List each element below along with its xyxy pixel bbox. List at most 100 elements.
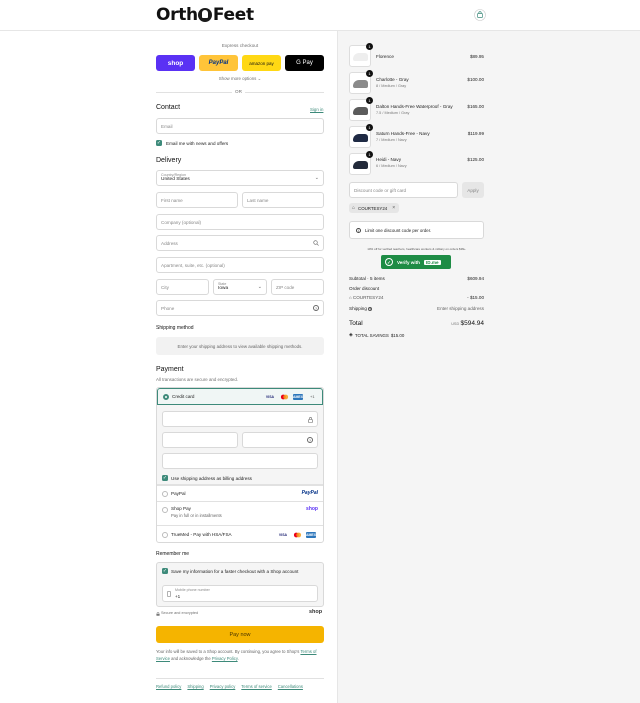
save-info-label: Save my information for a faster checkou… bbox=[171, 569, 299, 574]
credit-card-label: Credit card bbox=[172, 394, 195, 399]
help-icon[interactable]: ? bbox=[368, 307, 373, 311]
help-icon[interactable]: ? bbox=[307, 437, 313, 443]
shoe-image bbox=[353, 53, 368, 61]
discount-placeholder: Discount code or gift card bbox=[354, 187, 407, 193]
terms-of-service-footer-link[interactable]: Terms of service bbox=[241, 684, 271, 689]
save-info-checkbox[interactable]: ✓ bbox=[162, 568, 168, 574]
paypal-radio[interactable] bbox=[162, 491, 168, 497]
show-more-options-link[interactable]: Show more options ⌄ bbox=[156, 76, 324, 82]
news-checkbox[interactable]: ✓ bbox=[156, 140, 162, 146]
privacy-policy-link[interactable]: Privacy Policy bbox=[212, 656, 238, 661]
idme-logo: ID.me bbox=[423, 259, 441, 265]
total-value: $594.94 bbox=[460, 320, 485, 327]
truemed-radio[interactable] bbox=[162, 532, 168, 538]
amex-icon: AMEX bbox=[292, 394, 304, 400]
apply-button[interactable]: Apply bbox=[462, 182, 484, 198]
company-field[interactable]: Company (optional) bbox=[156, 214, 324, 230]
cart-item-name: Florence bbox=[376, 54, 394, 59]
shoe-image bbox=[353, 107, 368, 115]
expiry-field[interactable] bbox=[162, 432, 238, 448]
credit-card-radio[interactable] bbox=[163, 394, 169, 400]
state-select[interactable]: State Iowa ⌄ bbox=[213, 279, 267, 295]
discount-value: - $15.00 bbox=[467, 295, 484, 300]
mobile-phone-field[interactable]: Mobile phone number +1 bbox=[162, 585, 318, 602]
shipping-method-note: Enter your shipping address to view avai… bbox=[156, 337, 324, 355]
cart-item-name: Heidi - Navy bbox=[376, 157, 402, 162]
idme-note: 10% off for verified teachers, healthcar… bbox=[367, 247, 466, 251]
first-name-field[interactable]: First name bbox=[156, 192, 238, 208]
cart-item-image: 1 bbox=[349, 43, 373, 67]
paypal-option[interactable]: PayPal PayPal bbox=[157, 485, 323, 501]
shop-logo: shop bbox=[309, 609, 323, 615]
quantity-badge: 1 bbox=[366, 151, 373, 158]
cart-item-price: $119.99 bbox=[467, 131, 484, 136]
cart-item-price: $125.00 bbox=[467, 157, 484, 162]
mobile-phone-label: Mobile phone number bbox=[175, 588, 210, 592]
billing-label: Use shipping address as billing address bbox=[171, 476, 252, 481]
address-field[interactable]: Address bbox=[156, 235, 324, 251]
cart-item-image: 1 bbox=[349, 151, 373, 175]
or-label: OR bbox=[232, 89, 245, 94]
credit-card-form: ? ✓ Use shipping address as billing addr… bbox=[157, 405, 323, 485]
credit-card-option[interactable]: Credit card VISA AMEX +1 bbox=[157, 388, 323, 405]
shopping-bag-icon[interactable] bbox=[474, 9, 486, 21]
email-field[interactable]: Email bbox=[156, 118, 324, 134]
cart-item-name: Dalton Hands-Free Waterproof - Gray bbox=[376, 104, 453, 109]
phone-placeholder: Phone bbox=[161, 305, 175, 311]
shoe-image bbox=[353, 80, 368, 88]
shop-terms-text: Your info will be saved to a Shop accoun… bbox=[156, 649, 324, 662]
address-placeholder: Address bbox=[161, 240, 178, 246]
search-icon bbox=[313, 240, 319, 246]
total-label: Total bbox=[349, 320, 363, 327]
quantity-badge: 1 bbox=[366, 70, 373, 77]
shop-pay-button[interactable]: shop bbox=[156, 55, 195, 71]
remove-discount-icon[interactable]: × bbox=[392, 205, 395, 211]
cancellations-link[interactable]: Cancellations bbox=[278, 684, 303, 689]
last-name-field[interactable]: Last name bbox=[242, 192, 324, 208]
city-field[interactable]: City bbox=[156, 279, 209, 295]
shop-pay-radio[interactable] bbox=[162, 507, 168, 513]
quantity-badge: 1 bbox=[366, 43, 373, 50]
cart-item-name: Saturn Hands-Free - Navy bbox=[376, 131, 430, 136]
chevron-down-icon: ⌄ bbox=[257, 284, 262, 290]
name-on-card-field[interactable] bbox=[162, 453, 318, 469]
paypal-label: PayPal bbox=[171, 491, 186, 496]
quantity-badge: 1 bbox=[366, 124, 373, 131]
discount-tag-code: COURTESY24 bbox=[358, 205, 388, 211]
privacy-policy-footer-link[interactable]: Privacy policy bbox=[210, 684, 236, 689]
shipping-policy-link[interactable]: Shipping bbox=[187, 684, 203, 689]
truemed-label: TrueMed - Pay with HSA/FSA bbox=[171, 532, 232, 537]
verify-idme-button[interactable]: ✓ Verify with ID.me bbox=[381, 255, 451, 269]
apartment-field[interactable]: Apartment, suite, etc. (optional) bbox=[156, 257, 324, 273]
pay-now-button[interactable]: Pay now bbox=[156, 626, 324, 643]
zip-field[interactable]: ZIP code bbox=[271, 279, 324, 295]
card-number-field[interactable] bbox=[162, 411, 318, 427]
country-select[interactable]: Country/Region United States ⌄ bbox=[156, 170, 324, 186]
cart-item-name: Charlotte - Gray bbox=[376, 77, 409, 82]
discount-code-field[interactable]: Discount code or gift card bbox=[349, 182, 458, 198]
check-circle-icon: ✓ bbox=[385, 258, 393, 266]
security-code-field[interactable]: ? bbox=[242, 432, 318, 448]
help-icon[interactable]: ? bbox=[313, 305, 319, 311]
truemed-option[interactable]: TrueMed - Pay with HSA/FSA VISA AMEX bbox=[157, 525, 323, 543]
visa-icon: VISA bbox=[278, 533, 288, 537]
company-placeholder: Company (optional) bbox=[161, 219, 202, 225]
amazon-pay-button[interactable]: amazon pay bbox=[242, 55, 281, 71]
shop-pay-option[interactable]: Shop Pay Pay in full or in installments … bbox=[157, 501, 323, 525]
order-discount-row: Order discount bbox=[349, 286, 484, 291]
orthofeet-logo[interactable]: Orth Feet bbox=[156, 5, 254, 25]
paypal-button[interactable]: PayPal bbox=[199, 55, 238, 71]
mobile-phone-value: +1 bbox=[175, 594, 181, 599]
total-savings-label: TOTAL SAVINGS bbox=[354, 332, 389, 338]
discount-tag: ⌂ COURTESY24 × bbox=[349, 203, 400, 213]
refund-policy-link[interactable]: Refund policy bbox=[156, 684, 181, 689]
discount-code-label: COURTESY24 bbox=[352, 295, 384, 300]
cart-item-price: $100.00 bbox=[467, 77, 484, 82]
sign-in-link[interactable]: Sign in bbox=[310, 107, 323, 112]
news-label: Email me with news and offers bbox=[166, 141, 229, 146]
google-pay-button[interactable]: G Pay bbox=[285, 55, 324, 71]
cart-item-price: $89.95 bbox=[469, 54, 484, 59]
phone-field[interactable]: Phone ? bbox=[156, 300, 324, 316]
total-savings: ◈ TOTAL SAVINGS $15.00 bbox=[349, 332, 404, 338]
billing-checkbox[interactable]: ✓ bbox=[162, 475, 168, 481]
